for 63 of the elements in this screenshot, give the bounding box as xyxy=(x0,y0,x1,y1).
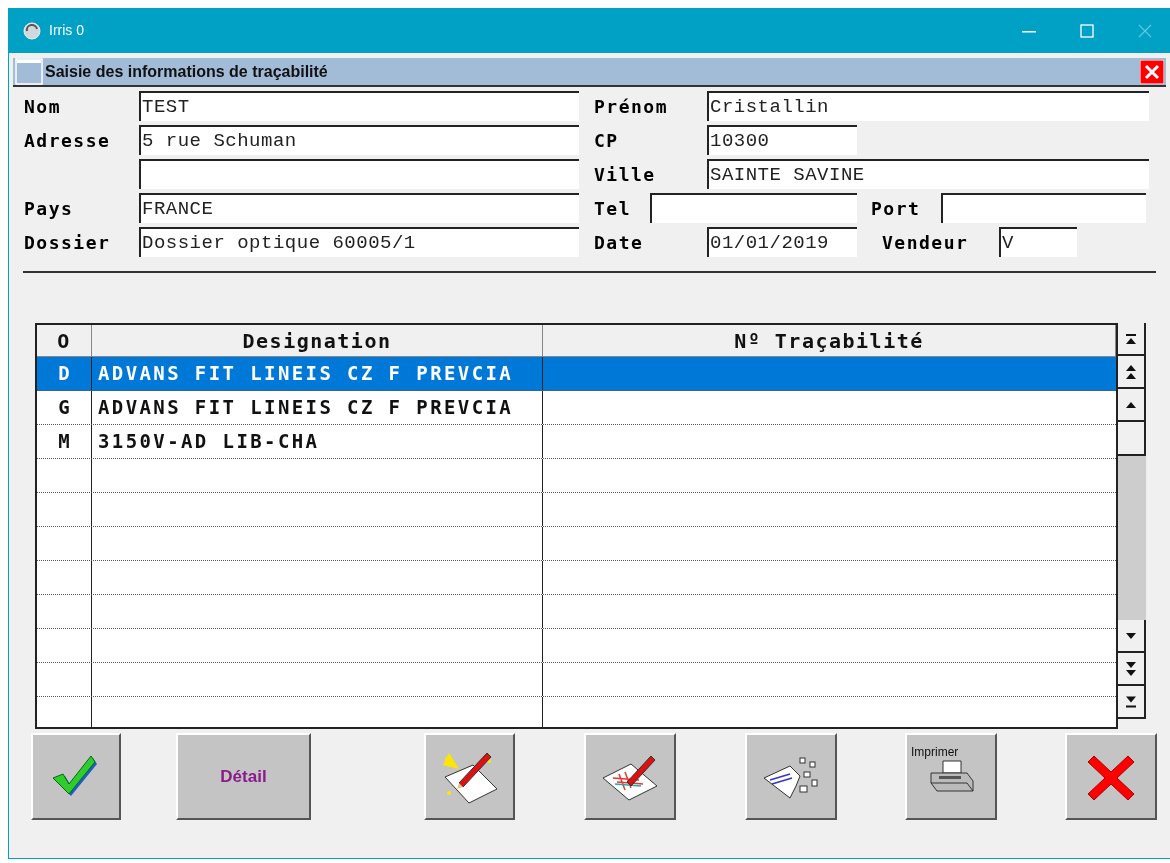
cancel-button[interactable] xyxy=(1065,733,1157,820)
scroll-down-button[interactable] xyxy=(1118,620,1146,653)
column-header: Designation xyxy=(92,325,543,356)
scroll-bottom-button[interactable] xyxy=(1118,686,1146,719)
new-button[interactable] xyxy=(424,733,515,820)
up-arrow-icon xyxy=(1126,401,1136,408)
down-arrow-icon xyxy=(1126,632,1136,639)
up-arrow-icon xyxy=(1126,331,1136,346)
table-row[interactable]: G ADVANS FIT LINEIS CZ F PREVCIA xyxy=(37,391,1116,425)
validate-button[interactable] xyxy=(31,733,121,820)
dialog-title: Saisie des informations de traçabilité xyxy=(45,61,328,82)
field-label: Dossier xyxy=(24,230,112,255)
print-button[interactable]: Imprimer xyxy=(905,733,997,820)
text-field[interactable]: FRANCE xyxy=(139,193,579,223)
down-arrow-icon xyxy=(1126,694,1136,709)
detail-button[interactable]: Détail xyxy=(176,733,311,820)
scrollbar[interactable] xyxy=(1118,323,1146,719)
field-label: CP xyxy=(594,128,620,153)
table-cell: M xyxy=(37,425,92,458)
scroll-up-button[interactable] xyxy=(1118,389,1146,422)
window-title: Irris 0 xyxy=(49,21,84,40)
field-label: Nom xyxy=(24,94,62,119)
text-field[interactable]: Cristallin xyxy=(707,91,1149,121)
text-field[interactable] xyxy=(139,159,579,189)
table-row[interactable]: M 3150V-AD LIB-CHA xyxy=(37,425,1116,459)
text-field[interactable]: V xyxy=(999,227,1077,257)
field-label: Vendeur xyxy=(882,230,970,255)
scrollbar-thumb[interactable] xyxy=(1118,422,1146,456)
check-icon xyxy=(53,755,99,798)
table-cell: ADVANS FIT LINEIS CZ F PREVCIA xyxy=(92,391,543,424)
table-row[interactable]: D ADVANS FIT LINEIS CZ F PREVCIA xyxy=(37,357,1116,391)
app-icon xyxy=(23,21,41,40)
field-label: Adresse xyxy=(24,128,112,153)
text-field[interactable]: 10300 xyxy=(707,125,857,155)
text-field[interactable]: SAINTE SAVINE xyxy=(707,159,1149,189)
printer-icon xyxy=(927,758,975,795)
text-field[interactable]: Dossier optique 60005/1 xyxy=(139,227,579,257)
close-icon xyxy=(1138,23,1152,38)
field-label: Date xyxy=(594,230,645,255)
scroll-pagedown-button[interactable] xyxy=(1118,653,1146,686)
field-label: Port xyxy=(871,196,922,221)
field-label: Tel xyxy=(594,196,632,221)
down-arrow-icon xyxy=(1126,661,1136,676)
table-cell: 3150V-AD LIB-CHA xyxy=(92,425,543,458)
scroll-top-button[interactable] xyxy=(1118,323,1146,356)
field-label: Ville xyxy=(594,162,657,187)
text-field[interactable]: 01/01/2019 xyxy=(707,227,857,257)
text-field[interactable]: 5 rue Schuman xyxy=(139,125,579,155)
scroll-pageup-button[interactable] xyxy=(1118,356,1146,389)
close-icon[interactable] xyxy=(1140,59,1164,84)
edit-button[interactable] xyxy=(584,733,676,820)
text-field[interactable] xyxy=(650,193,857,223)
text-field[interactable] xyxy=(941,193,1146,223)
field-label: Prénom xyxy=(594,94,670,119)
table-cell: G xyxy=(37,391,92,424)
up-arrow-icon xyxy=(1126,364,1136,379)
table-cell: D xyxy=(37,357,92,390)
text-field[interactable]: TEST xyxy=(139,91,579,121)
column-header: O xyxy=(37,325,92,356)
column-header: Nº Traçabilité xyxy=(543,325,1116,356)
field-label: Pays xyxy=(24,196,75,221)
table-cell: ADVANS FIT LINEIS CZ F PREVCIA xyxy=(92,357,543,390)
delete-button[interactable] xyxy=(745,733,837,820)
